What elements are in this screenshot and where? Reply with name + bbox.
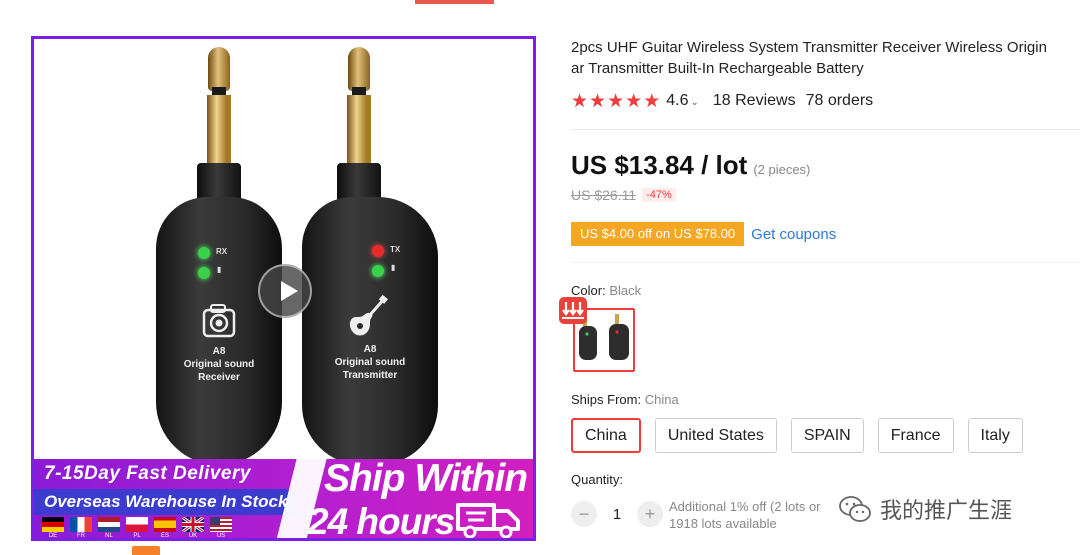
- ships-from-label-row: Ships From: China: [571, 392, 679, 407]
- color-value: Black: [609, 283, 642, 298]
- receiver-model: A8: [212, 346, 226, 357]
- lots-available-text: 1918 lots available: [669, 516, 777, 531]
- get-coupons-link[interactable]: Get coupons: [751, 226, 836, 243]
- star-icon: ★: [625, 90, 643, 112]
- original-price-row: US $26.11 -47%: [571, 187, 676, 203]
- ship-within-text: Ship Within: [324, 457, 528, 500]
- rx-label: RX: [216, 247, 228, 256]
- badge-icon: [559, 297, 587, 324]
- rating-row: ★ ★ ★ ★ ★ 4.6 ⌄ 18 Reviews 78 orders: [571, 91, 873, 111]
- product-info-panel: 2pcs UHF Guitar Wireless System Transmit…: [559, 0, 1080, 555]
- quantity-value[interactable]: 1: [597, 506, 637, 523]
- green-led: [198, 267, 210, 279]
- discount-badge: -47%: [642, 188, 676, 202]
- delivery-banner: 7-15Day Fast Delivery Overseas Warehouse…: [34, 457, 533, 541]
- divider: [571, 129, 1080, 130]
- transmitter-model: A8: [363, 344, 377, 355]
- flag-nl-icon: NL: [98, 517, 120, 538]
- product-main-image[interactable]: RX ▮ A8 Original sound Receiver TX ▮ A8 …: [31, 36, 536, 541]
- country-flags: DE FR NL PL ES UK US: [42, 517, 232, 538]
- play-video-button[interactable]: [258, 264, 312, 318]
- battery-icon: ▮: [217, 265, 222, 274]
- color-label: Color:: [571, 283, 606, 298]
- ship-option-united-states[interactable]: United States: [654, 418, 777, 453]
- current-price: US $13.84 / lot: [571, 150, 748, 180]
- star-icon: ★: [571, 90, 589, 112]
- ship-option-italy[interactable]: Italy: [967, 418, 1023, 453]
- orders-count: 78 orders: [805, 92, 874, 109]
- fast-delivery-text: 7-15Day Fast Delivery: [44, 463, 251, 484]
- tx-label: TX: [390, 245, 401, 254]
- receiver-line2: Receiver: [198, 372, 240, 383]
- flag-es-icon: ES: [154, 517, 176, 538]
- transmitter-line2: Transmitter: [342, 370, 398, 381]
- flag-uk-icon: UK: [182, 517, 204, 538]
- receiver-device: RX ▮ A8 Original sound Receiver: [156, 47, 282, 467]
- quantity-label: Quantity:: [571, 472, 624, 487]
- reviews-link[interactable]: 18 Reviews: [713, 92, 796, 110]
- title-line-2: ar Transmitter Built-In Rechargeable Bat…: [571, 60, 864, 77]
- divider: [571, 262, 1080, 263]
- truck-icon: [454, 499, 522, 538]
- price-row: US $13.84 / lot (2 pieces): [571, 150, 810, 181]
- transmitter-line1: Original sound: [334, 357, 406, 368]
- flag-us-icon: US: [210, 517, 232, 538]
- transmitter-text: A8 Original sound Transmitter: [302, 343, 438, 382]
- banner-left: 7-15Day Fast Delivery Overseas Warehouse…: [34, 459, 304, 538]
- ships-from-value: China: [644, 392, 679, 407]
- coupon-tag[interactable]: US $4.00 off on US $78.00: [571, 222, 745, 246]
- quantity-stepper: − 1 + Additional 1% off (2 lots or 1918 …: [571, 499, 821, 531]
- ship-option-china[interactable]: China: [571, 418, 641, 453]
- transmitter-device: TX ▮ A8 Original sound Transmitter: [302, 47, 460, 467]
- gallery-thumbnail[interactable]: [132, 546, 160, 555]
- play-icon: [281, 281, 298, 301]
- guitar-icon: [346, 294, 390, 344]
- chevron-down-icon[interactable]: ⌄: [690, 97, 698, 108]
- camera-icon: [201, 303, 237, 344]
- original-price: US $26.11: [571, 187, 637, 203]
- red-led: [372, 245, 384, 257]
- flag-fr-icon: FR: [70, 517, 92, 538]
- green-led: [372, 265, 384, 277]
- star-icon: ★: [607, 90, 625, 112]
- warehouse-text: Overseas Warehouse In Stock: [34, 489, 296, 515]
- hours-text: 24 hours: [308, 501, 455, 541]
- receiver-line1: Original sound: [183, 359, 255, 370]
- flag-de-icon: DE: [42, 517, 64, 538]
- star-icon: ★: [643, 90, 661, 112]
- title-line-1: 2pcs UHF Guitar Wireless System Transmit…: [571, 39, 1047, 56]
- star-icon: ★: [589, 90, 607, 112]
- quantity-decrement-button[interactable]: −: [571, 501, 597, 527]
- rating-value[interactable]: 4.6: [666, 92, 688, 110]
- ship-option-france[interactable]: France: [877, 418, 954, 453]
- pieces-count: (2 pieces): [753, 162, 811, 177]
- ship-option-spain[interactable]: SPAIN: [790, 418, 864, 453]
- coupon-row: US $4.00 off on US $78.00 Get coupons: [571, 222, 836, 246]
- battery-icon: ▮: [391, 263, 396, 272]
- product-title: 2pcs UHF Guitar Wireless System Transmit…: [571, 37, 1080, 79]
- quantity-increment-button[interactable]: +: [637, 501, 663, 527]
- receiver-text: A8 Original sound Receiver: [156, 345, 282, 384]
- flag-pl-icon: PL: [126, 517, 148, 538]
- watermark-text: 我的推广生涯: [880, 499, 1013, 524]
- wechat-icon: [839, 496, 871, 522]
- color-label-row: Color: Black: [571, 283, 641, 298]
- watermark: 我的推广生涯: [832, 489, 1044, 525]
- rating-stars: ★ ★ ★ ★ ★: [571, 92, 660, 111]
- green-led: [198, 247, 210, 259]
- quantity-discount-text: Additional 1% off (2 lots or: [669, 499, 821, 514]
- ships-from-label: Ships From:: [571, 392, 642, 407]
- ships-from-options: China United States SPAIN France Italy: [571, 418, 1023, 453]
- active-tab-indicator: [415, 0, 494, 4]
- quantity-info: Additional 1% off (2 lots or 1918 lots a…: [669, 498, 821, 532]
